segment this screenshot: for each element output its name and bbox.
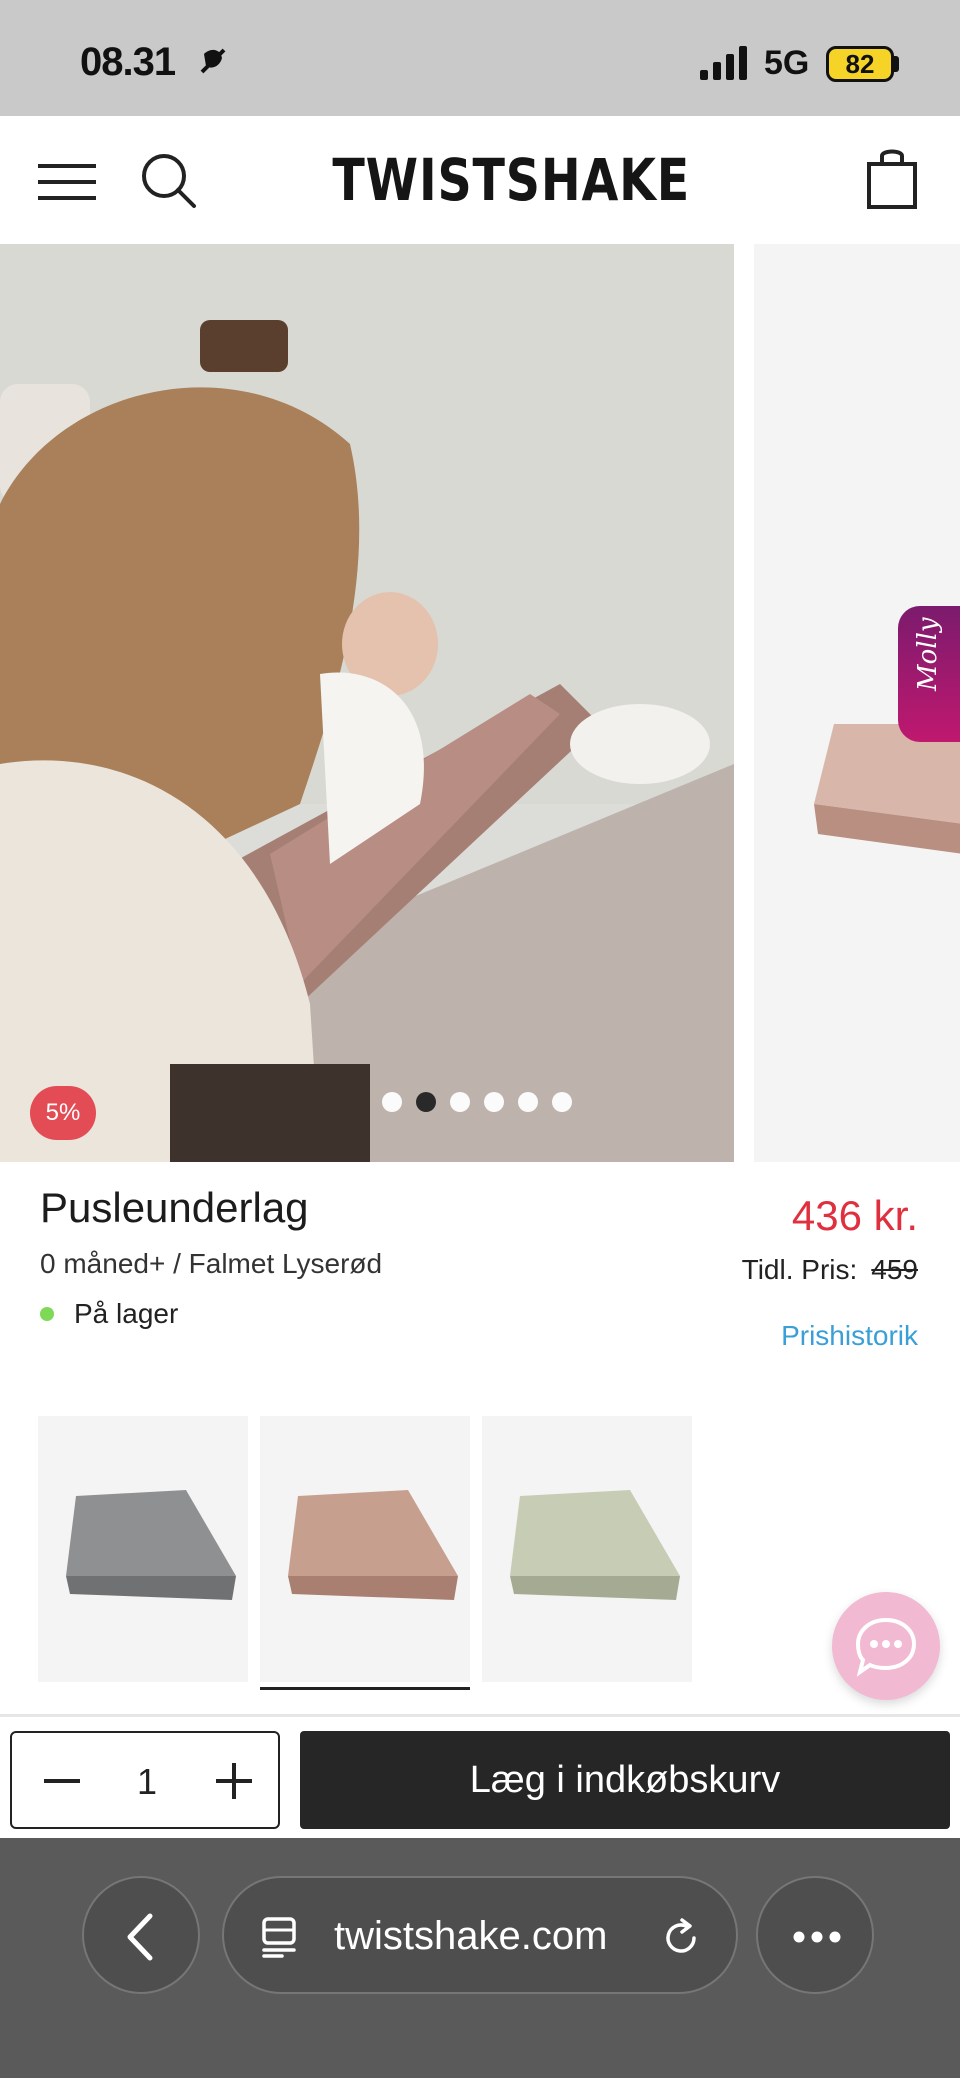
brand-logo[interactable]: TWISTSHAKE: [332, 146, 689, 214]
variant-thumb-pink[interactable]: [260, 1416, 470, 1690]
previous-price-label: Tidl. Pris:: [741, 1254, 858, 1285]
discount-badge: 5%: [30, 1086, 96, 1140]
product-variant: 0 måned+ / Falmet Lyserød: [40, 1248, 383, 1279]
stock-label: På lager: [74, 1298, 179, 1329]
network-type: 5G: [764, 44, 810, 82]
gallery-dot-active[interactable]: [416, 1092, 436, 1112]
chevron-left-icon: [127, 1913, 153, 1961]
gallery-dot[interactable]: [552, 1092, 572, 1112]
chat-button[interactable]: [832, 1592, 940, 1700]
site-header: TWISTSHAKE: [0, 116, 960, 244]
signal-icon: [700, 46, 747, 80]
molly-side-tab[interactable]: Molly: [898, 606, 960, 742]
plus-icon[interactable]: [214, 1761, 254, 1801]
purchase-bar: 1 Læg i indkøbskurv: [0, 1714, 960, 1838]
variant-pink-image: [288, 1490, 458, 1600]
gallery-pagination: [382, 1092, 572, 1112]
browser-back-button[interactable]: [82, 1876, 200, 1994]
variant-thumb-sage[interactable]: [482, 1416, 692, 1682]
variant-thumb-grey[interactable]: [38, 1416, 248, 1682]
more-dots-icon: [793, 1931, 841, 1943]
previous-price-value: 459: [871, 1254, 918, 1285]
product-title: Pusleunderlag: [40, 1184, 309, 1231]
chat-bubble-icon: [855, 1617, 917, 1677]
variant-sage-image: [510, 1490, 680, 1600]
price-history-link[interactable]: Prishistorik: [781, 1320, 918, 1352]
variant-selector: [38, 1416, 692, 1690]
battery-tip: [894, 56, 899, 72]
molly-side-tab-label: Molly: [913, 617, 943, 691]
status-time: 08.31: [80, 40, 176, 84]
browser-more-button[interactable]: [756, 1876, 874, 1994]
address-bar[interactable]: twistshake.com: [222, 1876, 738, 1994]
menu-icon[interactable]: [38, 160, 96, 204]
stock-status: På lager: [40, 1298, 178, 1330]
gallery-dot[interactable]: [484, 1092, 504, 1112]
page-menu-icon[interactable]: [260, 1916, 300, 1958]
gallery-dot[interactable]: [518, 1092, 538, 1112]
cart-icon[interactable]: [866, 146, 918, 210]
previous-price: Tidl. Pris: 459: [742, 1254, 918, 1286]
status-bar: 08.31 5G 82: [0, 0, 960, 116]
reload-icon[interactable]: [660, 1916, 704, 1960]
quantity-stepper: 1: [10, 1731, 280, 1829]
search-icon[interactable]: [140, 152, 198, 210]
quantity-value[interactable]: 1: [122, 1761, 172, 1803]
variant-grey-image: [66, 1490, 236, 1600]
add-to-cart-button[interactable]: Læg i indkøbskurv: [300, 1731, 950, 1829]
product-photo[interactable]: [0, 244, 734, 1162]
in-stock-dot-icon: [40, 1307, 54, 1321]
focus-mode-icon: [200, 48, 226, 74]
gallery-dot[interactable]: [382, 1092, 402, 1112]
browser-toolbar: twistshake.com: [0, 1838, 960, 2078]
battery-indicator: 82: [826, 46, 894, 82]
gallery-dot[interactable]: [450, 1092, 470, 1112]
url-text[interactable]: twistshake.com: [334, 1914, 607, 1959]
minus-icon[interactable]: [42, 1761, 82, 1801]
product-price: 436 kr.: [791, 1192, 918, 1239]
product-gallery[interactable]: Molly 5%: [0, 244, 960, 1164]
